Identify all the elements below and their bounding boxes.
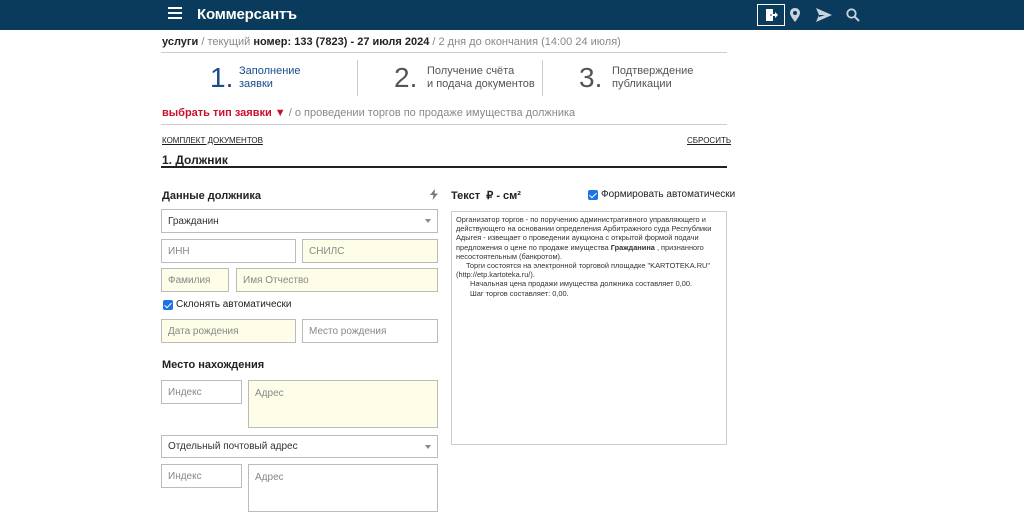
preview-paragraph: Торги состоятся на электронной торговой …	[456, 261, 711, 280]
currency-size-label: ₽ - см²	[486, 190, 521, 202]
preview-paragraph: Начальная цена продажи имущества должник…	[470, 279, 693, 289]
exit-icon[interactable]	[757, 4, 785, 26]
location-title: Место нахождения	[162, 359, 265, 371]
debtor-type-select[interactable]: Гражданин	[161, 209, 438, 233]
step-number: 2.	[394, 62, 418, 93]
announcement-text-preview: Организатор торгов - по поручению админи…	[451, 211, 727, 445]
breadcrumb: услуги / текущий номер: 133 (7823) - 27 …	[162, 36, 621, 48]
preview-paragraph: Организатор торгов - по поручению админи…	[456, 215, 712, 261]
decline-label: Склонять автоматически	[176, 299, 292, 310]
send-icon[interactable]	[815, 4, 833, 26]
deadline-text: / 2 дня до окончания (14:00 24 июля)	[432, 36, 621, 48]
address-field[interactable]: Адрес	[248, 380, 438, 428]
birthplace-field[interactable]: Место рождения	[302, 319, 438, 343]
step-invoice: 2. Получение счёта и подача документов	[394, 60, 539, 96]
snils-field[interactable]: СНИЛС	[302, 239, 438, 263]
step-label: Получение счёта и подача документов	[427, 65, 535, 90]
step-label: Заполнение заявки	[239, 65, 301, 90]
divider	[161, 124, 727, 125]
section-title: 1. Должник	[162, 153, 228, 167]
reset-link[interactable]: СБРОСИТЬ	[687, 136, 731, 145]
chevron-down-icon	[425, 219, 431, 223]
step-number: 1.	[210, 62, 234, 93]
step-confirmation: 3. Подтверждение публикации	[579, 60, 724, 96]
section-divider	[161, 166, 727, 168]
debtor-data-title: Данные должника	[162, 190, 262, 202]
application-type-description: / о проведении торгов по продаже имущест…	[288, 107, 576, 119]
step-label: Подтверждение публикации	[612, 65, 694, 90]
divider	[161, 52, 727, 53]
step-fill-application: 1. Заполнение заявки	[210, 60, 350, 96]
lightning-icon[interactable]	[430, 189, 438, 200]
preview-paragraph: Шаг торгов составляет: 0,00.	[470, 288, 569, 298]
site-logo[interactable]: Коммерсантъ	[197, 6, 297, 23]
application-type-line: выбрать тип заявки ▼ / о проведении торг…	[162, 107, 575, 119]
step-number: 3.	[579, 62, 603, 93]
auto-generate-checkbox[interactable]	[588, 190, 598, 200]
address-field-2[interactable]: Адрес	[248, 464, 438, 512]
name-field[interactable]: Имя Отчество	[236, 268, 438, 292]
postal-index-field-2[interactable]: Индекс	[161, 464, 242, 488]
auto-generate-label: Формировать автоматически	[601, 189, 736, 200]
surname-field[interactable]: Фамилия	[161, 268, 229, 292]
postal-index-field[interactable]: Индекс	[161, 380, 242, 404]
step-divider	[357, 60, 358, 96]
chevron-down-icon	[425, 444, 431, 449]
top-navigation-bar: Коммерсантъ	[0, 0, 1024, 30]
postal-address-select[interactable]: Отдельный почтовый адрес	[161, 435, 438, 458]
location-pin-icon[interactable]	[788, 4, 802, 26]
breadcrumb-current: / текущий	[201, 36, 251, 48]
text-panel-title: Текст ₽ - см²	[451, 190, 521, 202]
menu-icon[interactable]	[168, 7, 182, 21]
breadcrumb-section[interactable]: услуги	[162, 36, 198, 48]
step-divider	[542, 60, 543, 96]
decline-checkbox[interactable]	[163, 300, 173, 310]
birthdate-field[interactable]: Дата рождения	[161, 319, 296, 343]
search-icon[interactable]	[845, 4, 861, 26]
issue-number: номер: 133 (7823) - 27 июля 2024	[253, 36, 430, 48]
documents-link[interactable]: КОМПЛЕКТ ДОКУМЕНТОВ	[162, 136, 263, 145]
application-type-select[interactable]: выбрать тип заявки ▼	[162, 107, 286, 119]
inn-field[interactable]: ИНН	[161, 239, 296, 263]
